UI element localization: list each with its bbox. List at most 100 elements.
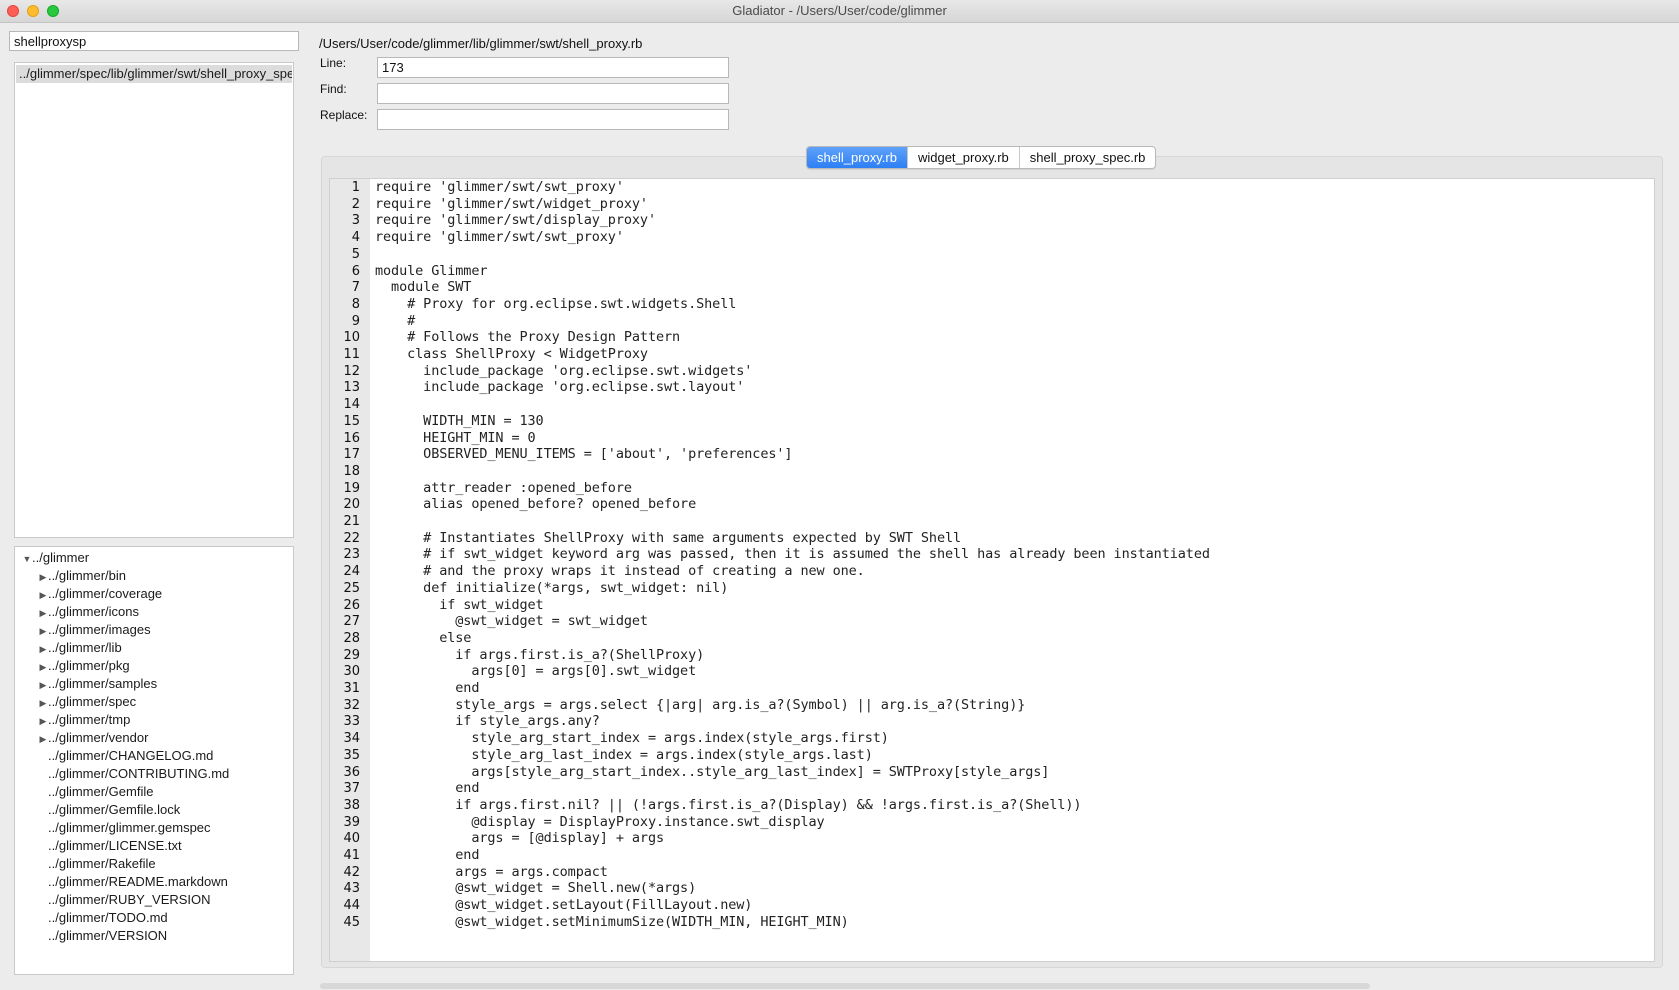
tree-file-item[interactable]: ../glimmer/TODO.md (15, 909, 293, 927)
code-text: # Instantiates ShellProxy with same argu… (375, 529, 962, 546)
tree-folder-item[interactable]: ▶ ../glimmer/images (15, 621, 293, 639)
replace-input[interactable] (377, 109, 729, 130)
disclosure-collapsed-icon[interactable]: ▶ (38, 568, 48, 586)
file-tree: ▼../glimmer ▶ ../glimmer/bin ▶ ../glimmer/co… (14, 546, 294, 975)
line-number: 34 (343, 731, 360, 747)
tree-item-label: ../glimmer (32, 550, 90, 565)
disclosure-collapsed-icon[interactable]: ▶ (38, 640, 48, 658)
code-text: # (375, 312, 416, 329)
find-label: Find: (320, 82, 347, 96)
line-number: 16 (343, 430, 360, 446)
tree-root-folder[interactable]: ▼../glimmer (15, 549, 293, 567)
search-result-item[interactable]: ../glimmer/spec/lib/glimmer/swt/shell_pr… (16, 65, 292, 83)
tab-widget-proxy[interactable]: widget_proxy.rb (908, 147, 1020, 168)
line-number-input[interactable] (377, 57, 729, 78)
tree-folder-item[interactable]: ▶ ../glimmer/coverage (15, 585, 293, 603)
tree-file-item[interactable]: ../glimmer/VERSION (15, 927, 293, 945)
line-number: 33 (343, 714, 360, 730)
code-text: @display = DisplayProxy.instance.swt_dis… (375, 813, 825, 830)
code-text: require 'glimmer/swt/widget_proxy' (375, 195, 648, 212)
find-input[interactable] (377, 83, 729, 104)
tree-file-item[interactable]: ../glimmer/CHANGELOG.md (15, 747, 293, 765)
tree-item-label: ../glimmer/samples (48, 676, 158, 691)
file-search-input[interactable] (9, 31, 299, 51)
code-text: # Follows the Proxy Design Pattern (375, 329, 681, 346)
disclosure-collapsed-icon[interactable]: ▶ (38, 604, 48, 622)
code-text: @swt_widget = swt_widget (375, 613, 648, 630)
tree-folder-item[interactable]: ▶ ../glimmer/samples (15, 675, 293, 693)
line-number: 42 (343, 864, 360, 880)
tree-folder-item[interactable]: ▶ ../glimmer/spec (15, 693, 293, 711)
code-text: if args.first.is_a?(ShellProxy) (375, 646, 705, 663)
tree-file-item[interactable]: ../glimmer/RUBY_VERSION (15, 891, 293, 909)
disclosure-expanded-icon[interactable]: ▼ (22, 550, 32, 568)
code-text: args = args.compact (375, 863, 608, 880)
tree-file-item[interactable]: ../glimmer/CONTRIBUTING.md (15, 765, 293, 783)
disclosure-collapsed-icon[interactable]: ▶ (38, 676, 48, 694)
disclosure-collapsed-icon[interactable]: ▶ (38, 658, 48, 676)
close-window-button[interactable] (7, 5, 19, 17)
line-label: Line: (320, 56, 347, 70)
horizontal-scrollbar[interactable] (320, 983, 1370, 989)
tree-item-label: ../glimmer/TODO.md (48, 910, 168, 925)
tree-folder-item[interactable]: ▶ ../glimmer/tmp (15, 711, 293, 729)
tree-item-label: ../glimmer/tmp (48, 712, 131, 727)
code-editor[interactable]: 1 require 'glimmer/swt/swt_proxy' 2 require… (329, 178, 1655, 962)
line-number: 11 (343, 347, 360, 362)
tree-file-item[interactable]: ../glimmer/LICENSE.txt (15, 837, 293, 855)
minimize-window-button[interactable] (27, 5, 39, 17)
line-number: 10 (343, 330, 360, 346)
code-text: if style_args.any? (375, 713, 600, 730)
code-text: class ShellProxy < WidgetProxy (375, 346, 648, 362)
code-text: include_package 'org.eclipse.swt.widgets… (375, 362, 753, 379)
tree-file-item[interactable]: ../glimmer/README.markdown (15, 873, 293, 891)
line-number: 17 (343, 447, 360, 463)
disclosure-collapsed-icon[interactable]: ▶ (38, 730, 48, 748)
code-text: module SWT (375, 279, 472, 296)
code-text: else (375, 629, 472, 646)
line-number: 37 (343, 781, 360, 797)
maximize-window-button[interactable] (47, 5, 59, 17)
tab-shell-proxy-spec[interactable]: shell_proxy_spec.rb (1020, 147, 1156, 168)
disclosure-collapsed-icon[interactable]: ▶ (38, 712, 48, 730)
tree-file-item[interactable]: ../glimmer/Gemfile (15, 783, 293, 801)
line-number: 45 (343, 914, 360, 930)
tree-item-label: ../glimmer/Gemfile.lock (48, 802, 181, 817)
line-number: 32 (343, 697, 360, 713)
line-number: 28 (343, 630, 360, 646)
code-text: end (375, 780, 480, 797)
line-number: 19 (343, 480, 360, 496)
tree-item-label: ../glimmer/spec (48, 694, 137, 709)
tree-folder-item[interactable]: ▶ ../glimmer/icons (15, 603, 293, 621)
disclosure-collapsed-icon[interactable]: ▶ (38, 586, 48, 604)
code-text: alias opened_before? opened_before (375, 496, 697, 513)
tree-folder-item[interactable]: ▶ ../glimmer/vendor (15, 729, 293, 747)
disclosure-collapsed-icon[interactable]: ▶ (38, 694, 48, 712)
line-number: 31 (343, 681, 360, 696)
tree-item-label: ../glimmer/pkg (48, 658, 130, 673)
tree-folder-item[interactable]: ▶ ../glimmer/pkg (15, 657, 293, 675)
disclosure-collapsed-icon[interactable]: ▶ (38, 622, 48, 640)
code-text: HEIGHT_MIN = 0 (375, 429, 536, 446)
line-number: 2 (351, 196, 360, 212)
code-text: @swt_widget = Shell.new(*args) (375, 880, 697, 897)
tree-file-item[interactable]: ../glimmer/Rakefile (15, 855, 293, 873)
tree-file-item[interactable]: ../glimmer/glimmer.gemspec (15, 819, 293, 837)
code-text: style_arg_last_index = args.index(style_… (375, 746, 873, 763)
code-text: module Glimmer (375, 262, 488, 279)
code-text: require 'glimmer/swt/swt_proxy' (375, 229, 624, 246)
tree-item-label: ../glimmer/vendor (48, 730, 149, 745)
tree-item-label: ../glimmer/lib (48, 640, 122, 655)
line-number: 1 (351, 180, 360, 195)
tree-folder-item[interactable]: ▶ ../glimmer/bin (15, 567, 293, 585)
tree-file-item[interactable]: ../glimmer/Gemfile.lock (15, 801, 293, 819)
tree-item-label: ../glimmer/VERSION (48, 928, 168, 943)
line-number: 27 (343, 614, 360, 630)
code-text: require 'glimmer/swt/swt_proxy' (375, 179, 624, 195)
tree-item-label: ../glimmer/Rakefile (48, 856, 156, 871)
title-bar: Gladiator - /Users/User/code/glimmer (0, 0, 1679, 23)
line-number: 24 (343, 564, 360, 580)
line-number: 35 (343, 747, 360, 763)
tree-folder-item[interactable]: ▶ ../glimmer/lib (15, 639, 293, 657)
tab-shell-proxy[interactable]: shell_proxy.rb (807, 147, 908, 168)
